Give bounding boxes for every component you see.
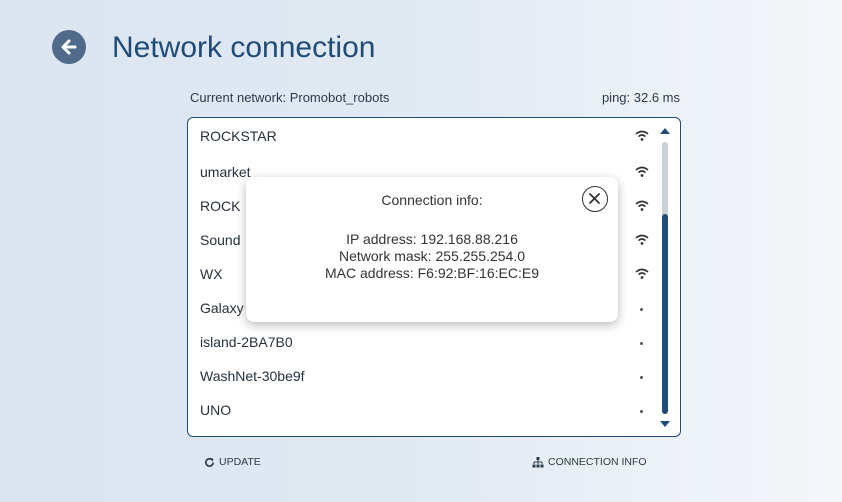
- network-name: ROCKSTAR: [200, 128, 277, 144]
- signal-dot-icon: [640, 410, 643, 413]
- page-title: Network connection: [112, 31, 376, 64]
- network-item[interactable]: island-2BA7B0: [200, 328, 643, 356]
- close-icon: [589, 193, 600, 204]
- signal-dot-icon: [640, 376, 643, 379]
- connection-info-button[interactable]: CONNECTION INFO: [532, 456, 647, 468]
- ip-address-text: IP address: 192.168.88.216: [346, 231, 518, 247]
- network-name: UNO: [200, 402, 232, 418]
- dialog-title: Connection info:: [381, 192, 483, 208]
- connection-info-dialog: Connection info: IP address: 192.168.88.…: [246, 177, 618, 322]
- signal-dot-icon: [640, 342, 643, 345]
- wifi-icon: [635, 268, 649, 279]
- ping-label: ping: 32.6 ms: [601, 90, 680, 105]
- scroll-up-icon[interactable]: [660, 128, 670, 134]
- network-name: WX: [200, 266, 223, 282]
- wifi-icon: [635, 130, 649, 141]
- signal-dot-icon: [640, 308, 643, 311]
- arrow-left-icon: [61, 39, 77, 55]
- network-name: umarket: [200, 164, 251, 180]
- update-button[interactable]: UPDATE: [204, 456, 261, 468]
- network-item[interactable]: WashNet-30be9f: [200, 362, 643, 390]
- update-label: UPDATE: [219, 456, 261, 468]
- network-name: Sound: [200, 232, 241, 248]
- network-tree-icon: [532, 456, 544, 467]
- network-name: island-2BA7B0: [200, 334, 293, 350]
- wifi-icon: [635, 166, 649, 177]
- wifi-icon: [635, 200, 649, 211]
- current-network-label: Current network: Promobot_robots: [190, 90, 390, 105]
- network-name: Galaxy: [200, 300, 244, 316]
- network-name: WashNet-30be9f: [200, 368, 305, 384]
- connection-info-label: CONNECTION INFO: [548, 456, 647, 468]
- scrollbar-thumb[interactable]: [662, 214, 668, 414]
- network-mask-text: Network mask: 255.255.254.0: [339, 248, 525, 264]
- refresh-icon: [205, 457, 214, 467]
- wifi-icon: [635, 234, 649, 245]
- mac-address-text: MAC address: F6:92:BF:16:EC:E9: [325, 265, 539, 281]
- scroll-down-icon[interactable]: [660, 421, 670, 427]
- network-item[interactable]: UNO: [200, 396, 643, 424]
- network-name: ROCK: [200, 198, 241, 214]
- network-item[interactable]: ROCKSTAR: [200, 122, 649, 150]
- back-button[interactable]: [52, 30, 86, 64]
- close-button[interactable]: [582, 186, 608, 212]
